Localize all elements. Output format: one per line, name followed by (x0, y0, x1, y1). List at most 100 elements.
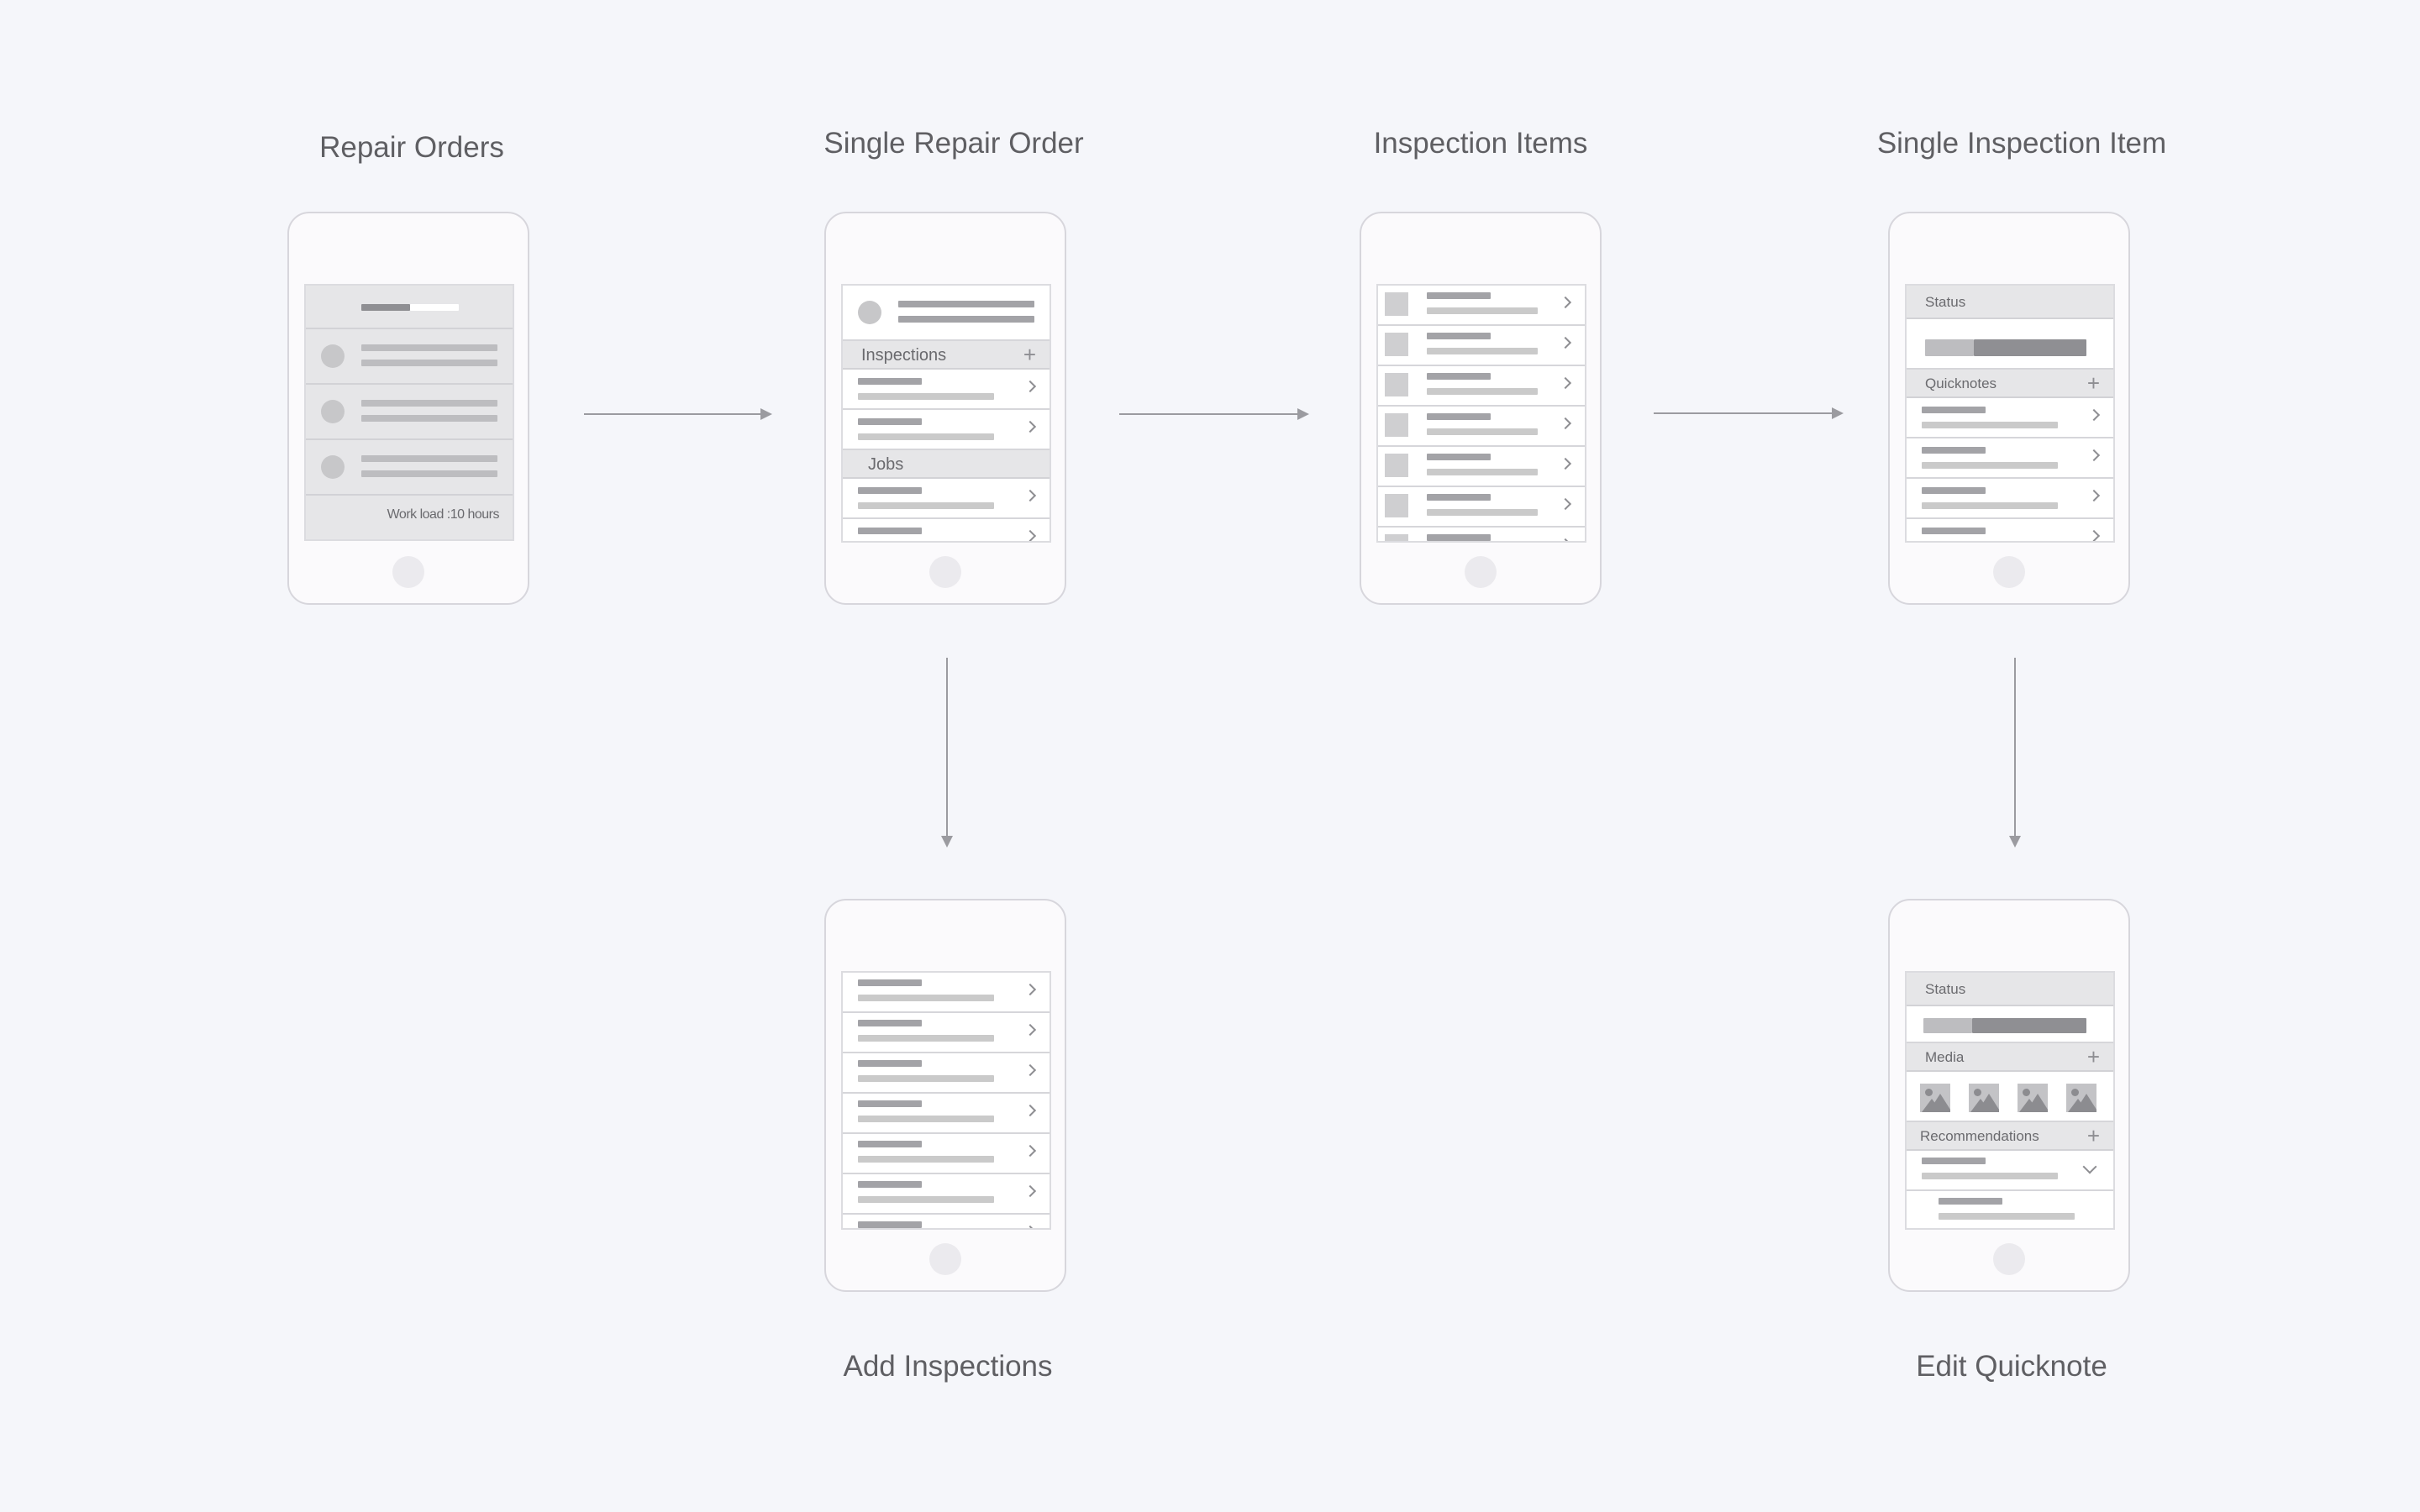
order-header (843, 286, 1050, 341)
image-placeholder-icon[interactable] (1920, 1084, 1950, 1112)
section-quicknotes: Quicknotes + (1907, 370, 2113, 398)
list-item[interactable] (1378, 528, 1585, 541)
flow-arrow-1 (584, 408, 772, 420)
plus-icon[interactable]: + (1023, 341, 1036, 368)
section-media: Media + (1907, 1043, 2113, 1072)
section-quicknotes-label: Quicknotes (1925, 375, 1997, 391)
list-item[interactable] (843, 479, 1050, 519)
flow-arrow-down-2 (2009, 658, 2021, 848)
home-button (1993, 1243, 2025, 1275)
section-recommendations-label: Recommendations (1920, 1128, 2039, 1144)
image-placeholder-icon[interactable] (2018, 1084, 2048, 1112)
plus-icon[interactable]: + (2087, 370, 2100, 396)
list-item[interactable] (843, 519, 1050, 541)
list-item[interactable] (843, 370, 1050, 410)
flow-arrow-2 (1119, 408, 1309, 420)
chevron-right-icon (1023, 1023, 1037, 1037)
screen-repair-orders: Work load :10 hours (304, 284, 514, 541)
list-item[interactable] (843, 1134, 1050, 1174)
chevron-right-icon (2087, 449, 2101, 462)
home-button (1465, 556, 1497, 588)
phone-single-inspection-item: Status Quicknotes + (1888, 212, 2130, 605)
list-item[interactable] (843, 1215, 1050, 1228)
chevron-right-icon (2087, 489, 2101, 502)
list-item[interactable] (1907, 479, 2113, 519)
list-item[interactable] (843, 1174, 1050, 1215)
section-status: Status (1907, 973, 2113, 1006)
chevron-right-icon (1023, 420, 1037, 433)
list-item[interactable] (306, 440, 513, 496)
avatar-placeholder-icon (321, 400, 345, 423)
list-item[interactable] (1378, 487, 1585, 528)
section-status: Status (1907, 286, 2113, 319)
home-button (392, 556, 424, 588)
image-placeholder-icon[interactable] (1969, 1084, 1999, 1112)
list-item[interactable] (843, 410, 1050, 450)
status-progress (1907, 1006, 2113, 1043)
section-inspections-label: Inspections (861, 346, 947, 365)
screen-single-repair-order: Inspections + Jobs (841, 284, 1051, 543)
workload-footer: Work load :10 hours (306, 496, 513, 539)
chevron-right-icon (1023, 1184, 1037, 1198)
chevron-right-icon (1559, 336, 1572, 349)
list-item[interactable] (306, 385, 513, 440)
screen-inspection-items (1376, 284, 1586, 543)
thumbnail-icon (1385, 373, 1408, 396)
phone-single-repair-order: Inspections + Jobs (824, 212, 1066, 605)
avatar-placeholder-icon (321, 455, 345, 479)
list-item[interactable] (843, 973, 1050, 1013)
list-item[interactable] (1907, 519, 2113, 541)
list-item[interactable] (1378, 447, 1585, 487)
phone-edit-quicknote: Status Media + Recommendations + (1888, 899, 2130, 1292)
plus-icon[interactable]: + (2087, 1043, 2100, 1070)
chevron-down-icon[interactable] (2082, 1159, 2097, 1174)
flow-arrow-3 (1654, 407, 1844, 419)
home-button (929, 1243, 961, 1275)
image-placeholder-icon[interactable] (2066, 1084, 2096, 1112)
phone-repair-orders: Work load :10 hours (287, 212, 529, 605)
list-item[interactable] (1378, 366, 1585, 407)
list-item[interactable] (1907, 1151, 2113, 1191)
chevron-right-icon (1559, 417, 1572, 430)
chevron-right-icon (1559, 538, 1572, 541)
media-row (1907, 1072, 2113, 1122)
list-item[interactable] (843, 1053, 1050, 1094)
title-inspection-items: Inspection Items (1373, 127, 1588, 160)
list-item[interactable] (1378, 286, 1585, 326)
section-status-label: Status (1925, 294, 1966, 310)
chevron-right-icon (1023, 1063, 1037, 1077)
chevron-right-icon (1023, 1144, 1037, 1158)
list-item[interactable] (1907, 1191, 2113, 1228)
workload-text: Work load :10 hours (387, 507, 500, 522)
screen-edit-quicknote: Status Media + Recommendations + (1905, 971, 2115, 1230)
section-recommendations: Recommendations + (1907, 1122, 2113, 1151)
plus-icon[interactable]: + (2087, 1122, 2100, 1149)
thumbnail-icon (1385, 454, 1408, 477)
title-repair-orders: Repair Orders (319, 131, 504, 164)
home-button (929, 556, 961, 588)
thumbnail-icon (1385, 534, 1408, 541)
chevron-right-icon (1559, 376, 1572, 390)
thumbnail-icon (1385, 333, 1408, 356)
list-item[interactable] (1378, 326, 1585, 366)
title-add-inspections: Add Inspections (843, 1350, 1053, 1383)
phone-inspection-items (1360, 212, 1602, 605)
list-item[interactable] (843, 1094, 1050, 1134)
chevron-right-icon (1023, 489, 1037, 502)
thumbnail-icon (1385, 292, 1408, 316)
avatar-placeholder-icon (858, 301, 881, 324)
list-item[interactable] (1907, 438, 2113, 479)
chevron-right-icon (1559, 296, 1572, 309)
screen-single-inspection-item: Status Quicknotes + (1905, 284, 2115, 543)
section-jobs-label: Jobs (868, 455, 904, 474)
phone-add-inspections (824, 899, 1066, 1292)
section-status-label: Status (1925, 981, 1966, 997)
thumbnail-icon (1385, 413, 1408, 437)
header-bar (306, 286, 513, 329)
list-item[interactable] (306, 329, 513, 385)
title-single-repair-order: Single Repair Order (823, 127, 1084, 160)
list-item[interactable] (843, 1013, 1050, 1053)
list-item[interactable] (1907, 398, 2113, 438)
chevron-right-icon (1023, 380, 1037, 393)
list-item[interactable] (1378, 407, 1585, 447)
